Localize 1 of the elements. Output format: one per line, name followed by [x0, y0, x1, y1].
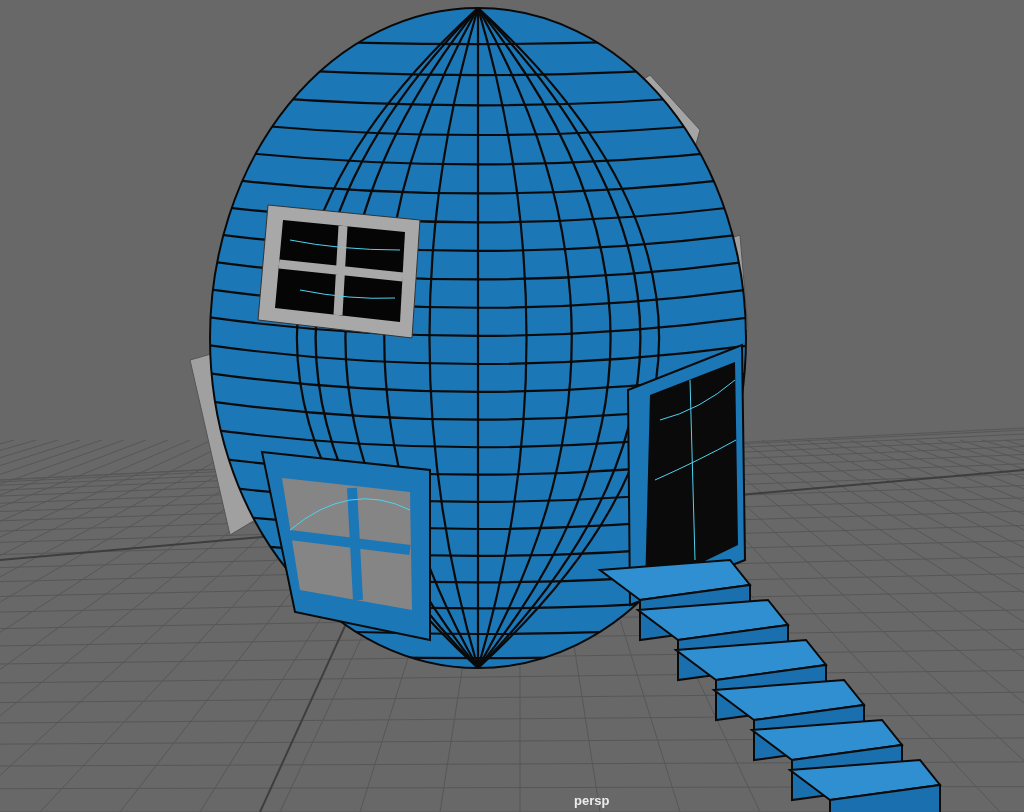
camera-label: persp: [574, 794, 610, 808]
